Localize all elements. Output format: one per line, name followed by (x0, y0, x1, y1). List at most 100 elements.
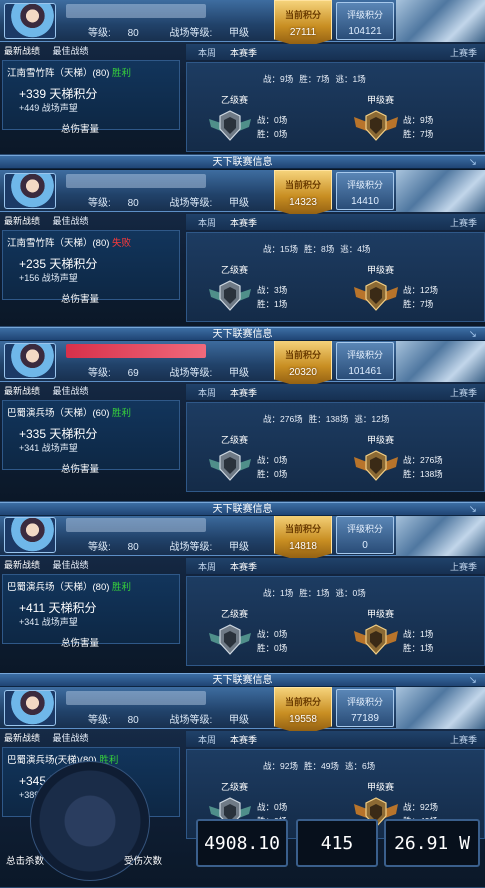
expand-icon[interactable]: ↘ (469, 503, 477, 516)
tier-a-record: 战：9场 胜：7场 (403, 115, 434, 139)
match-title: 江南雪竹阵（天梯）(80) 失败 (7, 238, 132, 249)
latest-match-card: 巴蜀演兵场（天梯）(60) 胜利 +335 天梯积分 +341 战场声望 总伤害… (2, 400, 180, 475)
tier-b-record: 战：0场胜：0场 (257, 455, 288, 479)
rating-score-label: 评级积分 (346, 524, 383, 534)
scenery-image (396, 514, 485, 556)
tab-this-season[interactable]: 本赛季 (230, 216, 257, 229)
rating-score-badge: 评级积分 0 (336, 516, 394, 554)
avatar (4, 173, 56, 209)
current-score-badge: 当前积分 19558 (274, 687, 332, 735)
current-score-label: 当前积分 (284, 180, 321, 190)
record-tabs: 最新战绩 最佳战绩 (0, 214, 182, 228)
tab-previous-season[interactable]: 上赛季 (450, 46, 477, 59)
tab-this-week[interactable]: 本周 (198, 216, 216, 229)
scenery-image (396, 170, 485, 212)
current-score-badge: 当前积分 14323 (274, 170, 332, 218)
tier-a-record: 战：276场 胜：138场 (403, 455, 443, 479)
tab-this-season[interactable]: 本赛季 (230, 386, 257, 399)
tab-best-record[interactable]: 最佳战绩 (53, 733, 89, 743)
league-info-title: 天下联赛信息 (212, 329, 273, 340)
tab-best-record[interactable]: 最佳战绩 (53, 46, 89, 56)
tab-this-week[interactable]: 本周 (198, 733, 216, 746)
current-score-label: 当前积分 (284, 524, 321, 534)
tab-latest-record[interactable]: 最新战绩 (4, 560, 40, 570)
rating-score-badge: 评级积分 14410 (336, 172, 394, 210)
tab-this-week[interactable]: 本周 (198, 386, 216, 399)
tier-b-label: 乙级赛 (221, 435, 249, 445)
season-summary: 战：15场 胜：8场 逃：4场 乙级赛 甲级赛 战：3场 胜：1场 战：12场 胜：7场 (186, 232, 485, 322)
player-meta: 等级: 69 战场等级: 甲级 (88, 364, 277, 379)
avatar (4, 343, 56, 379)
rating-score-value: 101461 (348, 366, 382, 377)
league-info-title: 天下联赛信息 (212, 504, 273, 515)
expand-icon[interactable]: ↘ (469, 674, 477, 687)
match-result: 胜利 (112, 408, 132, 419)
tier-b-record: 战：0场胜：0场 (257, 629, 288, 653)
expand-icon[interactable]: ↘ (469, 328, 477, 341)
tier-b-label: 乙级赛 (221, 95, 249, 105)
player-meta: 等级: 80 战场等级: 甲级 (88, 24, 277, 39)
current-score-value: 19558 (289, 714, 317, 725)
player-name-blurred (66, 344, 206, 358)
tab-this-season[interactable]: 本赛季 (230, 560, 257, 573)
total-damage-label: 总伤害量 (61, 124, 100, 135)
expand-icon[interactable]: ↘ (469, 156, 477, 169)
tab-latest-record[interactable]: 最新战绩 (4, 46, 40, 56)
level-text: 等级: 80 (88, 28, 139, 39)
deaths-label: 受伤次数 (124, 856, 163, 867)
tier-b-label: 乙级赛 (221, 782, 249, 792)
summary-value-box: 26.91 W (384, 819, 480, 867)
player-name-blurred (66, 174, 206, 188)
match-result: 胜利 (112, 582, 132, 593)
scenery-image (396, 687, 485, 729)
current-score-value: 14818 (289, 541, 317, 552)
tab-this-week[interactable]: 本周 (198, 46, 216, 59)
league-info-bar: 天下联赛信息 ↘ (0, 327, 485, 341)
player-header: 等级: 80 战场等级: 甲级 当前积分 27111 评级积分 104121 (0, 0, 485, 48)
tab-this-season[interactable]: 本赛季 (230, 46, 257, 59)
battle-reputation: +341 战场声望 (19, 443, 78, 453)
tab-previous-season[interactable]: 上赛季 (450, 386, 477, 399)
season-summary: 战：276场 胜：138场 逃：12场 乙级赛 甲级赛 战：0场 胜：0场 战：276… (186, 402, 485, 492)
match-title: 巴蜀演兵场（天梯）(80) 胜利 (7, 582, 132, 593)
tab-best-record[interactable]: 最佳战绩 (53, 386, 89, 396)
latest-match-card: 巴蜀演兵场（天梯）(80) 胜利 +411 天梯积分 +341 战场声望 总伤害… (2, 574, 180, 649)
tab-previous-season[interactable]: 上赛季 (450, 216, 477, 229)
season-tabs: 本周 本赛季 上赛季 (186, 731, 485, 747)
tier-a-emblem-icon (354, 450, 398, 481)
player-header: 等级: 80 战场等级: 甲级 当前积分 19558 评级积分 77189 (0, 687, 485, 735)
rating-score-value: 14410 (351, 196, 379, 207)
summary-value-box: 415 (296, 819, 378, 867)
level-text: 等级: 69 (88, 368, 139, 379)
match-result: 失败 (112, 238, 132, 249)
player-header: 等级: 80 战场等级: 甲级 当前积分 14323 评级积分 14410 (0, 170, 485, 218)
match-title: 巴蜀演兵场（天梯）(60) 胜利 (7, 408, 132, 419)
scenery-image (396, 340, 485, 382)
tab-this-season[interactable]: 本赛季 (230, 733, 257, 746)
rating-score-badge: 评级积分 104121 (336, 2, 394, 40)
avatar (4, 690, 56, 726)
tab-latest-record[interactable]: 最新战绩 (4, 386, 40, 396)
tier-a-record: 战：12场 胜：7场 (403, 285, 438, 309)
tab-best-record[interactable]: 最佳战绩 (53, 560, 89, 570)
tab-this-week[interactable]: 本周 (198, 560, 216, 573)
scenery-image (396, 0, 485, 42)
tab-latest-record[interactable]: 最新战绩 (4, 216, 40, 226)
season-stats: 战：92场 胜：49场 逃：6场 (263, 761, 376, 771)
tier-b-record: 战：0场胜：0场 (257, 115, 288, 139)
battle-reputation: +449 战场声望 (19, 103, 78, 113)
tier-b-emblem-icon (209, 110, 251, 141)
battle-record-panel: 等级: 80 战场等级: 甲级 当前积分 19558 评级积分 77189 最新… (0, 687, 485, 888)
tab-previous-season[interactable]: 上赛季 (450, 733, 477, 746)
tier-a-label: 甲级赛 (367, 782, 395, 792)
tier-b-record: 战：3场 胜：1场 (257, 285, 288, 309)
league-info-bar: 天下联赛信息 ↘ (0, 155, 485, 169)
tier-a-record: 战：1场 胜：1场 (403, 629, 434, 653)
tab-best-record[interactable]: 最佳战绩 (53, 216, 89, 226)
season-tabs: 本周 本赛季 上赛季 (186, 558, 485, 574)
tier-b-emblem-icon (209, 450, 251, 481)
tab-previous-season[interactable]: 上赛季 (450, 560, 477, 573)
player-meta: 等级: 80 战场等级: 甲级 (88, 711, 277, 726)
season-summary: 战：1场 胜：1场 逃：0场 乙级赛 甲级赛 战：0场 胜：0场 战：1场 胜：1场 (186, 576, 485, 666)
tab-latest-record[interactable]: 最新战绩 (4, 733, 40, 743)
